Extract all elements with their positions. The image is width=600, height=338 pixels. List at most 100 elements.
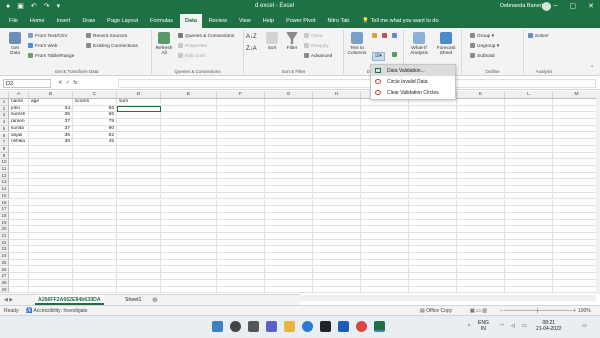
tell-me-search[interactable]: 💡 Tell me what you want to do (362, 18, 438, 24)
cell-m3[interactable] (553, 112, 596, 120)
cell-k12[interactable] (457, 172, 505, 180)
cell-f3[interactable] (217, 112, 265, 120)
cell-j22[interactable] (409, 239, 457, 247)
cell-c25[interactable] (73, 259, 117, 267)
cell-k4[interactable] (457, 119, 505, 126)
cell-l13[interactable] (505, 179, 553, 187)
cell-h10[interactable] (313, 159, 361, 166)
teams-icon[interactable] (266, 321, 277, 332)
cell-a23[interactable] (9, 246, 29, 254)
cell-k13[interactable] (457, 179, 505, 187)
cell-j3[interactable] (409, 112, 457, 120)
cell-c5[interactable]: 90 (73, 125, 117, 133)
cell-m5[interactable] (553, 126, 596, 133)
cell-j28[interactable] (409, 279, 457, 287)
cell-l19[interactable] (505, 219, 553, 227)
cell-j25[interactable] (409, 259, 457, 267)
cell-m11[interactable] (553, 166, 596, 173)
normal-view-icon[interactable]: ▦ (470, 308, 475, 314)
collapse-ribbon-icon[interactable]: ⌃ (590, 66, 594, 71)
cell-b8[interactable] (29, 145, 73, 153)
cell-b28[interactable] (29, 279, 73, 287)
excel-icon[interactable] (374, 321, 385, 332)
cell-d12[interactable] (117, 172, 161, 180)
cell-h16[interactable] (313, 199, 361, 207)
cell-k20[interactable] (457, 226, 505, 233)
cell-d9[interactable] (117, 152, 161, 160)
word-icon[interactable] (338, 321, 349, 332)
cell-i24[interactable] (361, 253, 409, 260)
cell-a11[interactable] (9, 166, 29, 173)
menu-item-circle-invalid[interactable]: Circle Invalid Data (371, 76, 455, 87)
cell-a16[interactable] (9, 199, 29, 207)
cell-f15[interactable] (217, 192, 265, 200)
cell-d11[interactable] (117, 166, 161, 173)
cell-h6[interactable] (313, 132, 361, 140)
cell-b22[interactable] (29, 239, 73, 247)
cell-h29[interactable] (313, 286, 361, 294)
cell-c20[interactable] (73, 226, 117, 233)
page-layout-view-icon[interactable]: ▭ (476, 308, 481, 314)
column-header-f[interactable]: F (217, 91, 265, 99)
cell-e2[interactable] (161, 105, 217, 113)
cell-b16[interactable] (29, 199, 73, 207)
close-icon[interactable]: ✕ (588, 2, 594, 10)
cell-h8[interactable] (313, 145, 361, 153)
store-icon[interactable] (320, 321, 331, 332)
edge-icon[interactable] (302, 321, 313, 332)
cell-d29[interactable] (117, 286, 161, 294)
cell-k23[interactable] (457, 246, 505, 254)
accessibility-status[interactable]: ♿ Accessibility: Investigate (26, 308, 88, 314)
cell-i2[interactable] (361, 105, 409, 113)
data-validation-dropdown-button[interactable]: ☑▾ (372, 52, 385, 61)
cell-g20[interactable] (265, 226, 313, 233)
cell-g1[interactable] (265, 99, 313, 106)
column-header-l[interactable]: L (505, 91, 553, 99)
cell-j20[interactable] (409, 226, 457, 233)
cell-b21[interactable] (29, 233, 73, 240)
cell-l20[interactable] (505, 226, 553, 233)
cell-g6[interactable] (265, 132, 313, 140)
cell-g26[interactable] (265, 266, 313, 274)
cell-a17[interactable] (9, 206, 29, 213)
vertical-scrollbar[interactable] (596, 91, 600, 294)
cell-b19[interactable] (29, 219, 73, 227)
row-header-18[interactable]: 18 (0, 212, 9, 220)
cell-i1[interactable] (361, 99, 409, 106)
cell-j14[interactable] (409, 186, 457, 193)
cell-l3[interactable] (505, 112, 553, 120)
cell-k18[interactable] (457, 212, 505, 220)
cell-e15[interactable] (161, 192, 217, 200)
cell-h5[interactable] (313, 125, 361, 133)
cell-j19[interactable] (409, 219, 457, 227)
search-icon[interactable] (230, 321, 241, 332)
column-header-k[interactable]: K (457, 91, 505, 99)
cell-e23[interactable] (161, 246, 217, 254)
cell-m29[interactable] (553, 287, 596, 294)
row-header-17[interactable]: 17 (0, 206, 9, 213)
row-header-26[interactable]: 26 (0, 266, 9, 274)
flash-fill-button[interactable] (372, 33, 379, 39)
column-header-c[interactable]: C (73, 91, 117, 99)
cell-m17[interactable] (553, 206, 596, 213)
cell-d13[interactable] (117, 179, 161, 187)
cell-i13[interactable] (361, 179, 409, 187)
function-icon[interactable]: fx (73, 80, 77, 86)
cell-i11[interactable] (361, 166, 409, 173)
cell-f9[interactable] (217, 152, 265, 160)
cell-k11[interactable] (457, 166, 505, 173)
cell-h22[interactable] (313, 239, 361, 247)
cell-e24[interactable] (161, 253, 217, 260)
cell-l5[interactable] (505, 125, 553, 133)
cell-i23[interactable] (361, 246, 409, 254)
tab-formulas[interactable]: Formulas (145, 16, 178, 26)
cell-k1[interactable] (457, 99, 505, 106)
cell-j11[interactable] (409, 166, 457, 173)
cell-f11[interactable] (217, 166, 265, 173)
sort-az-button[interactable]: A↓Z (246, 34, 257, 40)
cell-b27[interactable] (29, 273, 73, 280)
cell-k10[interactable] (457, 159, 505, 166)
cell-g21[interactable] (265, 233, 313, 240)
row-header-8[interactable]: 8 (0, 145, 9, 153)
cell-k25[interactable] (457, 259, 505, 267)
